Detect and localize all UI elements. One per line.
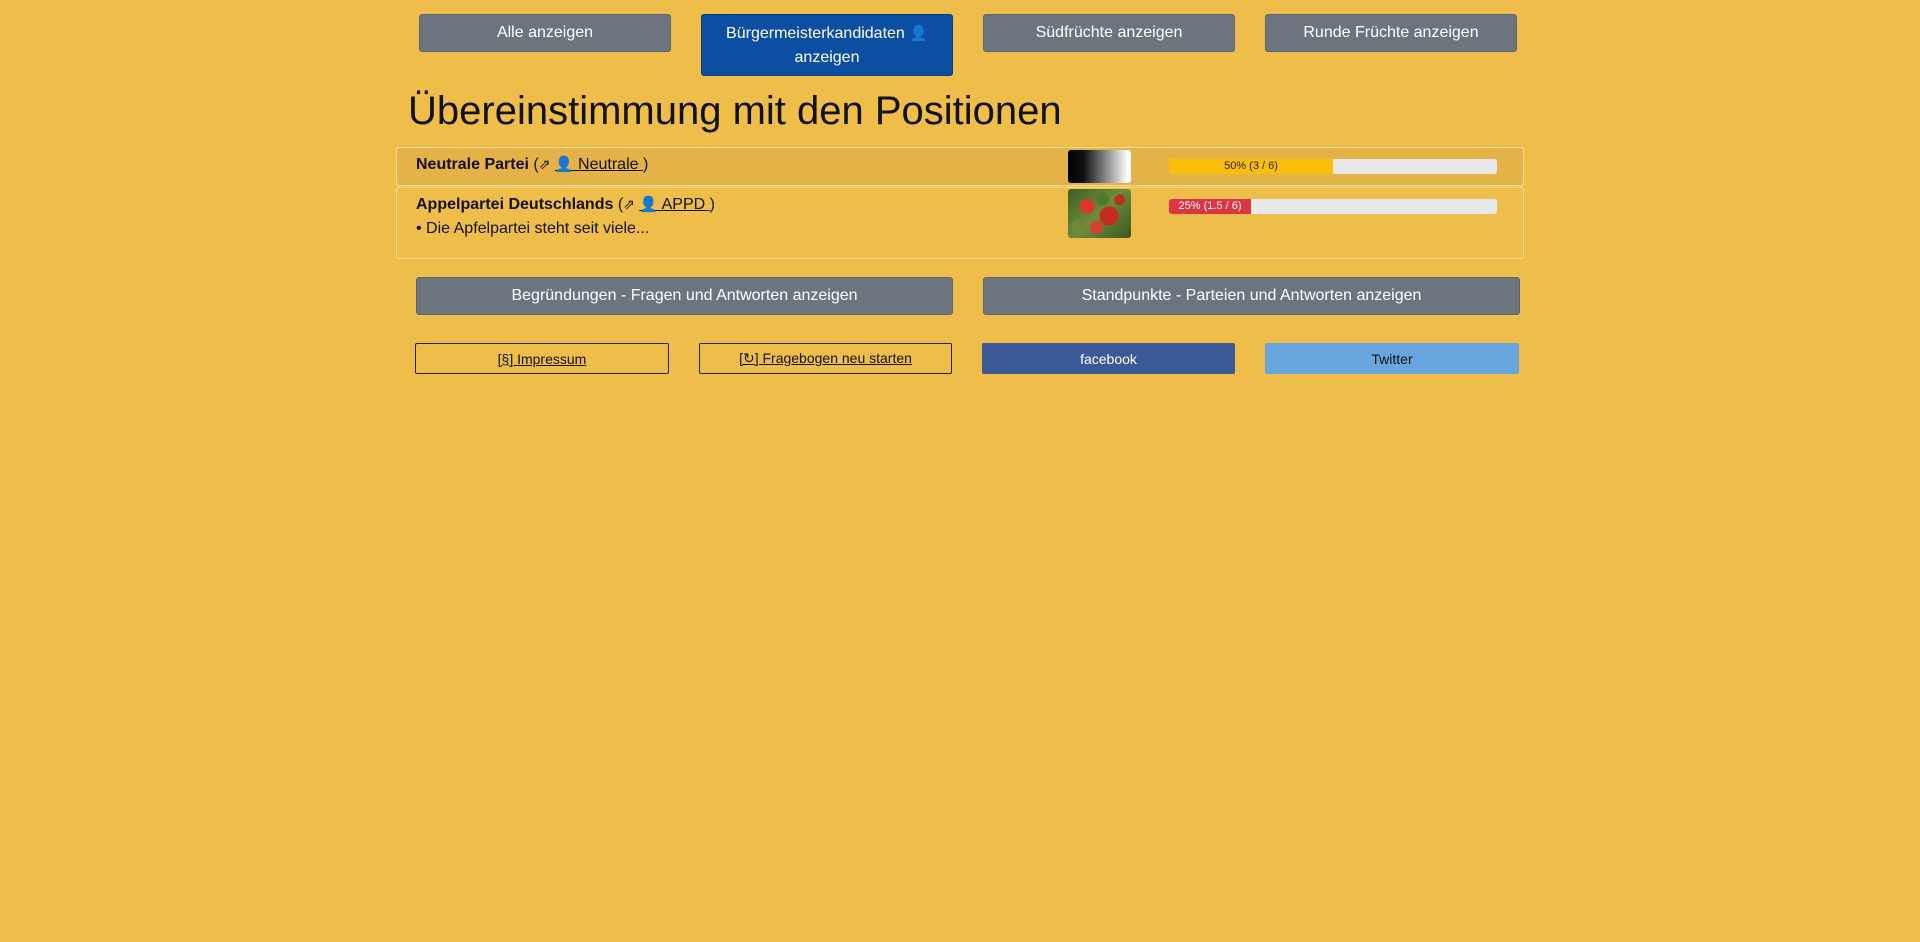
show-candidates-label-line2: anzeigen: [794, 49, 860, 66]
facebook-share-button[interactable]: facebook: [982, 343, 1235, 374]
show-round-fruits-button[interactable]: Runde Früchte anzeigen: [1265, 14, 1517, 52]
show-reasons-button[interactable]: Begründungen - Fragen und Antworten anze…: [416, 277, 953, 315]
show-candidates-label-line1: Bürgermeisterkandidaten 👤: [726, 25, 928, 42]
party-name: Neutrale Partei: [416, 156, 529, 173]
close-paren: ): [709, 196, 715, 213]
external-link-icon: ⇗: [538, 156, 551, 172]
twitter-share-button[interactable]: Twitter: [1265, 343, 1519, 374]
person-icon: 👤: [639, 196, 659, 213]
show-tropical-fruits-button[interactable]: Südfrüchte anzeigen: [983, 14, 1235, 52]
party-header: Appelpartei Deutschlands (⇗ 👤 APPD ): [416, 194, 715, 215]
party-header: Neutrale Partei (⇗ 👤 Neutrale ): [416, 154, 648, 175]
person-icon: 👤: [554, 156, 574, 173]
agreement-progress-bar: 25% (1.5 / 6): [1169, 199, 1497, 214]
show-positions-button[interactable]: Standpunkte - Parteien und Antworten anz…: [983, 277, 1520, 315]
show-all-button[interactable]: Alle anzeigen: [419, 14, 671, 52]
page-title: Übereinstimmung mit den Positionen: [408, 89, 1062, 133]
party-description: • Die Apfelpartei steht seit viele...: [416, 220, 650, 237]
external-link-icon: ⇗: [623, 196, 635, 212]
restart-questionnaire-link[interactable]: [↻] Fragebogen neu starten: [699, 343, 952, 374]
person-icon: 👤: [909, 25, 928, 42]
party-row-appd[interactable]: Appelpartei Deutschlands (⇗ 👤 APPD ) • D…: [396, 187, 1524, 259]
party-name: Appelpartei Deutschlands: [416, 196, 614, 213]
party-logo-apple: [1068, 189, 1131, 238]
agreement-progress-fill: 25% (1.5 / 6): [1169, 199, 1251, 214]
party-link-appd[interactable]: 👤 APPD: [639, 196, 709, 213]
agreement-progress-bar: 50% (3 / 6): [1169, 159, 1497, 174]
imprint-link[interactable]: [§] Impressum: [415, 343, 669, 374]
show-candidates-button[interactable]: Bürgermeisterkandidaten 👤 anzeigen: [701, 14, 953, 76]
close-paren: ): [642, 156, 649, 173]
party-logo-neutral: [1068, 150, 1131, 183]
agreement-progress-fill: 50% (3 / 6): [1169, 159, 1333, 174]
page: Alle anzeigen Bürgermeisterkandidaten 👤 …: [0, 0, 1920, 942]
party-link-neutral[interactable]: 👤 Neutrale: [555, 156, 643, 173]
party-row-neutral[interactable]: Neutrale Partei (⇗ 👤 Neutrale ) 50% (3 /…: [396, 147, 1524, 186]
